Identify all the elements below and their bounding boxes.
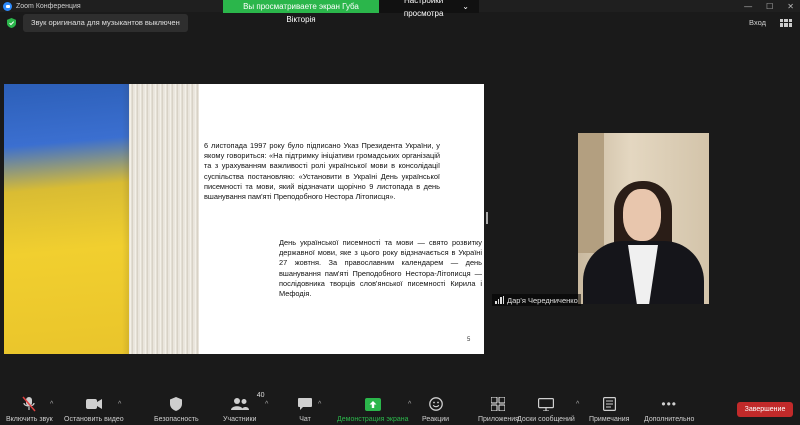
stop-video-label: Остановить видео — [64, 416, 124, 423]
apps-grid-icon — [491, 397, 506, 411]
end-meeting-button[interactable]: Завершение — [737, 402, 793, 417]
more-label: Дополнительно — [644, 416, 695, 423]
view-options-label: Настройки просмотра — [403, 0, 444, 18]
microphone-muted-icon — [22, 396, 36, 412]
reactions-label: Реакции — [422, 416, 450, 423]
view-options-button[interactable]: Настройки просмотра ⌄ — [379, 0, 479, 18]
security-label: Безопасность — [154, 416, 199, 423]
close-button[interactable]: ✕ — [787, 2, 794, 11]
unmute-button[interactable]: Включить звук — [6, 396, 53, 423]
apps-label: Приложения — [478, 416, 519, 423]
audio-status-notice: Звук оригинала для музыкантов выключен — [23, 14, 188, 32]
slide-page-number: 5 — [467, 337, 471, 343]
security-button[interactable]: Безопасность — [154, 396, 199, 423]
video-camera-icon — [85, 399, 102, 409]
chat-bubble-icon — [298, 397, 312, 410]
chat-label: Чат — [299, 416, 311, 423]
smiley-icon — [428, 397, 443, 411]
meeting-toolbar: Включить звук ^ Остановить видео ^ Безоп… — [0, 392, 800, 425]
slide-paragraph-1: 6 листопада 1997 року було підписано Ука… — [204, 141, 440, 202]
shared-screen-slide: 6 листопада 1997 року було підписано Ука… — [4, 84, 484, 354]
reactions-button[interactable]: Реакции — [422, 396, 449, 423]
whiteboards-button[interactable]: Доски сообщений — [517, 396, 575, 423]
enter-button[interactable]: Вход — [749, 18, 766, 27]
open-book-image — [129, 84, 199, 354]
window-controls: — ☐ ✕ — [744, 0, 794, 12]
more-button[interactable]: ••• Дополнительно — [644, 396, 694, 423]
window-title: Zoom Конференция — [16, 2, 81, 10]
unmute-label: Включить звук — [6, 416, 53, 423]
viewing-screen-label: Вы просматриваете экран Губа Вікторія — [223, 0, 379, 24]
share-screen-button[interactable]: Демонстрация экрана — [337, 396, 409, 423]
chat-options-chevron-icon[interactable]: ^ — [318, 401, 321, 408]
share-banner: Вы просматриваете экран Губа Вікторія На… — [223, 0, 479, 24]
participants-count: 40 — [256, 392, 265, 399]
top-right-controls: Вход — [749, 18, 792, 27]
split-view-handle[interactable] — [486, 212, 488, 224]
whiteboard-icon — [537, 397, 554, 411]
participant-video[interactable] — [578, 133, 709, 304]
more-dots-icon: ••• — [661, 397, 677, 411]
zoom-logo-icon — [3, 1, 12, 11]
chat-button[interactable]: Чат — [298, 396, 312, 423]
video-options-chevron-icon[interactable]: ^ — [118, 401, 121, 408]
audio-options-chevron-icon[interactable]: ^ — [50, 401, 53, 408]
share-options-chevron-icon[interactable]: ^ — [408, 401, 411, 408]
shield-icon — [170, 397, 183, 411]
notes-label: Примечания — [589, 416, 630, 423]
notes-button[interactable]: Примечания — [589, 396, 629, 423]
stop-video-button[interactable]: Остановить видео — [64, 396, 124, 423]
share-screen-label: Демонстрация экрана — [337, 416, 409, 423]
slide-paragraph-2: День української писемності та мови — св… — [279, 238, 482, 299]
signal-strength-icon — [495, 296, 504, 304]
participant-name-tag: Дар'я Чередниченко — [492, 294, 581, 306]
chevron-down-icon: ⌄ — [462, 2, 469, 11]
participants-button[interactable]: 40 Участники — [223, 392, 265, 423]
notes-icon — [602, 397, 616, 411]
maximize-button[interactable]: ☐ — [766, 2, 773, 11]
gallery-view-icon[interactable] — [780, 18, 792, 27]
whiteboard-options-chevron-icon[interactable]: ^ — [576, 401, 579, 408]
minimize-button[interactable]: — — [744, 2, 752, 11]
participants-icon — [230, 398, 249, 410]
whiteboards-label: Доски сообщений — [517, 416, 575, 423]
participants-label: Участники — [223, 416, 257, 423]
share-screen-icon — [364, 397, 381, 411]
apps-button[interactable]: Приложения — [478, 396, 519, 423]
shield-check-icon[interactable] — [7, 18, 16, 28]
participants-options-chevron-icon[interactable]: ^ — [265, 401, 268, 408]
participant-name: Дар'я Чередниченко — [507, 295, 578, 305]
